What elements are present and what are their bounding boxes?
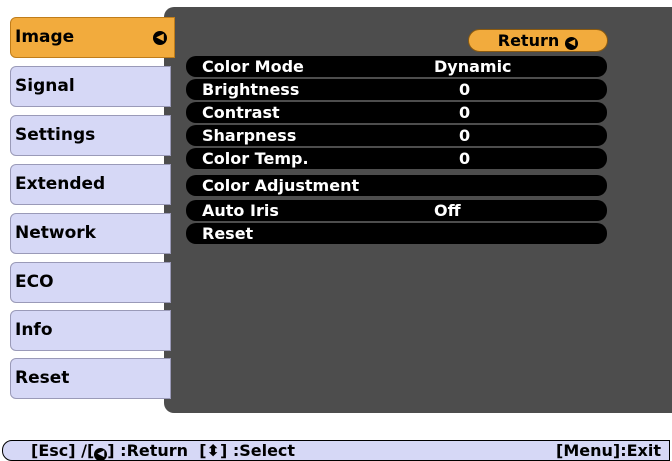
menu-item-color-mode[interactable]: Color Mode Dynamic — [186, 56, 607, 77]
menu-item-color-adjustment[interactable]: Color Adjustment — [186, 175, 607, 196]
menu-item-auto-iris[interactable]: Auto Iris Off — [186, 200, 607, 221]
tab-eco[interactable]: ECO — [10, 262, 171, 303]
select-hint: ] :Select — [219, 441, 296, 460]
enter-icon: ◀ — [565, 37, 579, 50]
up-down-arrow-icon: ⬍ — [206, 441, 220, 460]
tab-reset[interactable]: Reset — [10, 358, 171, 399]
tab-label: ECO — [15, 272, 54, 292]
menu-item-label: Color Temp. — [202, 149, 309, 168]
tab-image[interactable]: Image ◀ — [10, 17, 175, 58]
tab-label: Network — [15, 223, 96, 243]
menu-exit-hint: [Menu]:Exit — [556, 441, 661, 460]
esc-hint: [Esc] /[ — [31, 441, 95, 460]
tab-label: Extended — [15, 174, 106, 194]
tab-label: Info — [15, 320, 53, 340]
help-bar: [Esc] /[◀] :Return [⬍] :Select [Menu]:Ex… — [2, 440, 670, 461]
menu-item-label: Contrast — [202, 103, 280, 122]
menu-item-value: 0 — [459, 149, 471, 168]
menu-item-value: Off — [434, 201, 461, 220]
menu-item-value: Dynamic — [434, 57, 512, 76]
menu-item-value: 0 — [459, 80, 471, 99]
enter-icon: ◀ — [94, 448, 108, 461]
tab-info[interactable]: Info — [10, 310, 171, 351]
help-left: [Esc] /[◀] :Return [⬍] :Select — [31, 441, 295, 461]
menu-item-label: Reset — [202, 224, 254, 243]
menu-item-value: 0 — [459, 126, 471, 145]
menu-item-value: 0 — [459, 103, 471, 122]
menu-item-label: Sharpness — [202, 126, 297, 145]
menu-item-label: Brightness — [202, 80, 300, 99]
tab-settings[interactable]: Settings — [10, 115, 171, 156]
menu-item-label: Color Adjustment — [202, 176, 360, 195]
tab-extended[interactable]: Extended — [10, 164, 171, 205]
tab-label: Image — [15, 27, 75, 47]
return-button[interactable]: Return ◀ — [468, 29, 608, 52]
return-label: Return — [497, 31, 560, 50]
menu-item-label: Color Mode — [202, 57, 304, 76]
select-bracket: [ — [199, 441, 207, 460]
menu-item-label: Auto Iris — [202, 201, 279, 220]
tab-label: Reset — [15, 368, 70, 388]
menu-item-sharpness[interactable]: Sharpness 0 — [186, 125, 607, 146]
enter-icon: ◀ — [153, 31, 167, 45]
tab-signal[interactable]: Signal — [10, 66, 171, 107]
menu-item-contrast[interactable]: Contrast 0 — [186, 102, 607, 123]
menu-item-color-temp[interactable]: Color Temp. 0 — [186, 148, 607, 169]
tab-network[interactable]: Network — [10, 213, 171, 254]
tab-label: Settings — [15, 125, 96, 145]
menu-item-reset[interactable]: Reset — [186, 223, 607, 244]
tab-label: Signal — [15, 76, 75, 96]
return-hint: ] :Return — [107, 441, 189, 460]
menu-item-brightness[interactable]: Brightness 0 — [186, 79, 607, 100]
